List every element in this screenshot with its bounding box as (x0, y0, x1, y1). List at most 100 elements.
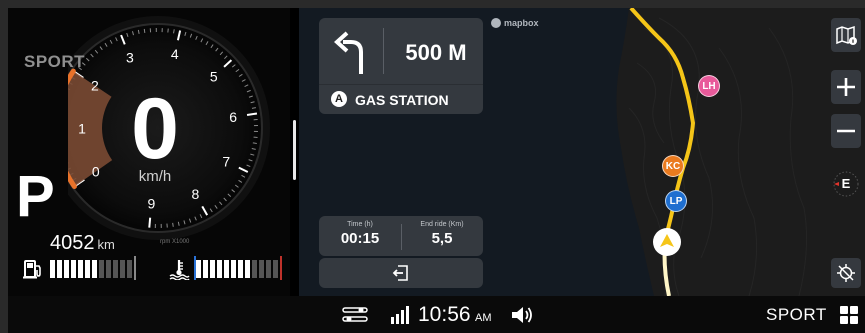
level-segment (196, 260, 201, 278)
gauge-tick-label: 1 (78, 121, 86, 137)
level-segment (92, 260, 97, 278)
mapbox-label: mapbox (504, 18, 539, 28)
signal-strength-icon (391, 306, 409, 324)
status-bar: 10:56 AM SPORT (8, 296, 865, 333)
level-segment (120, 260, 125, 278)
level-segment (113, 260, 118, 278)
turn-left-arrow-icon (334, 31, 363, 74)
trip-time-stat: Time (h) 00:15 (319, 221, 401, 247)
odometer: 4052 km (50, 232, 115, 255)
clock-time: 10:56 (418, 303, 471, 326)
level-segment (259, 260, 264, 278)
mapbox-logo: mapbox (491, 18, 539, 28)
instrument-cluster: 0 1 2 3 4 5 6 7 8 9 SPORT P 0 km/h 4052 km rpm X10… (8, 8, 290, 296)
gear-indicator: P (16, 164, 55, 229)
level-segment (252, 260, 257, 278)
compass-button[interactable]: E (831, 166, 861, 202)
compass-heading: E (841, 176, 851, 191)
drive-mode-label: SPORT (24, 52, 86, 71)
temperature-level-bar (196, 260, 280, 278)
minus-icon (837, 129, 855, 133)
turn-instruction-card[interactable]: 500 M A GAS STATION (319, 18, 483, 114)
zoom-in-button[interactable] (831, 70, 861, 104)
level-segment (78, 260, 83, 278)
clock-ampm: AM (475, 312, 492, 324)
plus-icon (837, 78, 855, 96)
level-segment (231, 260, 236, 278)
gauge-tick-label: 7 (222, 153, 230, 169)
rpm-unit-label: rpm X1000 (160, 239, 190, 245)
poi-kc-label: KC (665, 161, 681, 172)
poi-lh-label: LH (702, 81, 716, 92)
end-ride-stat: End ride (Km) 5,5 (401, 221, 483, 247)
gauge-minor-tick (172, 222, 174, 227)
gauge-tick-label: 8 (191, 186, 199, 202)
trip-time-value: 00:15 (340, 230, 380, 247)
split-view-handle[interactable] (293, 120, 296, 180)
fuel-level-bar (50, 260, 134, 278)
poi-marker-lp[interactable]: LP (665, 190, 687, 212)
speed-value: 0 (131, 81, 179, 177)
level-segment (210, 260, 215, 278)
odometer-unit: km (97, 237, 115, 252)
exit-icon (392, 265, 408, 281)
end-ride-value: 5,5 (431, 230, 453, 247)
level-segment (50, 260, 55, 278)
level-segment (85, 260, 90, 278)
fuel-bar-end-marker (134, 256, 136, 280)
gauge-minor-tick (143, 28, 146, 33)
gauge-tick-label: 3 (126, 49, 134, 65)
trip-stats-card: Time (h) 00:15 End ride (Km) 5,5 (319, 216, 483, 256)
end-ride-label: End ride (Km) (420, 221, 464, 228)
level-segment (273, 260, 278, 278)
poi-lp-label: LP (669, 196, 683, 207)
gauge-major-tick (148, 217, 152, 228)
level-segment (71, 260, 76, 278)
poi-marker-lh[interactable]: LH (698, 75, 720, 97)
level-segment (224, 260, 229, 278)
level-segment (99, 260, 104, 278)
map-info-icon (836, 25, 857, 45)
fuel-pump-icon (23, 260, 41, 279)
recenter-icon (837, 264, 855, 282)
gauge-tick-label: 6 (229, 109, 237, 125)
gauge-tick-label: 5 (210, 68, 218, 84)
apps-grid-icon[interactable] (840, 306, 858, 324)
turn-distance: 500 M (405, 40, 467, 65)
settings-toggle-icon[interactable] (342, 306, 368, 324)
level-segment (217, 260, 222, 278)
level-segment (57, 260, 62, 278)
gauge-minor-tick (173, 29, 175, 34)
temp-hot-marker (280, 256, 282, 280)
level-segment (64, 260, 69, 278)
ride-mode-label[interactable]: SPORT (766, 305, 827, 325)
level-segment (106, 260, 111, 278)
gauge-tick-label: 4 (171, 46, 179, 62)
dashboard-screen: 0 1 2 3 4 5 6 7 8 9 SPORT P 0 km/h 4052 km rpm X10… (8, 8, 865, 333)
gauge-tick-label: 2 (91, 78, 99, 94)
exit-navigation-button[interactable] (319, 258, 483, 288)
level-segment (266, 260, 271, 278)
gauge-minor-tick (252, 142, 257, 144)
trip-time-label: Time (h) (347, 221, 373, 228)
gauge-tick-label: 0 (92, 164, 100, 180)
volume-icon[interactable] (510, 304, 534, 326)
zoom-out-button[interactable] (831, 114, 861, 148)
level-segment (203, 260, 208, 278)
recenter-button[interactable] (831, 258, 861, 288)
level-segment (127, 260, 132, 278)
current-position-icon (653, 228, 681, 256)
level-segment (245, 260, 250, 278)
gauge-tick-label: 9 (147, 196, 155, 212)
nav-card-divider (383, 28, 384, 74)
nav-card-hline (319, 84, 483, 85)
poi-marker-kc[interactable]: KC (662, 155, 684, 177)
destination-marker-icon: A (331, 91, 347, 107)
navigation-map[interactable]: mapbox 500 M A GAS STATION Time (h) 00:1… (299, 8, 865, 296)
speed-unit: km/h (138, 168, 172, 185)
odometer-value: 4052 (50, 232, 95, 254)
coolant-temperature-icon (169, 260, 190, 280)
level-segment (238, 260, 243, 278)
destination-name: GAS STATION (355, 92, 449, 108)
map-layers-button[interactable] (831, 18, 861, 52)
